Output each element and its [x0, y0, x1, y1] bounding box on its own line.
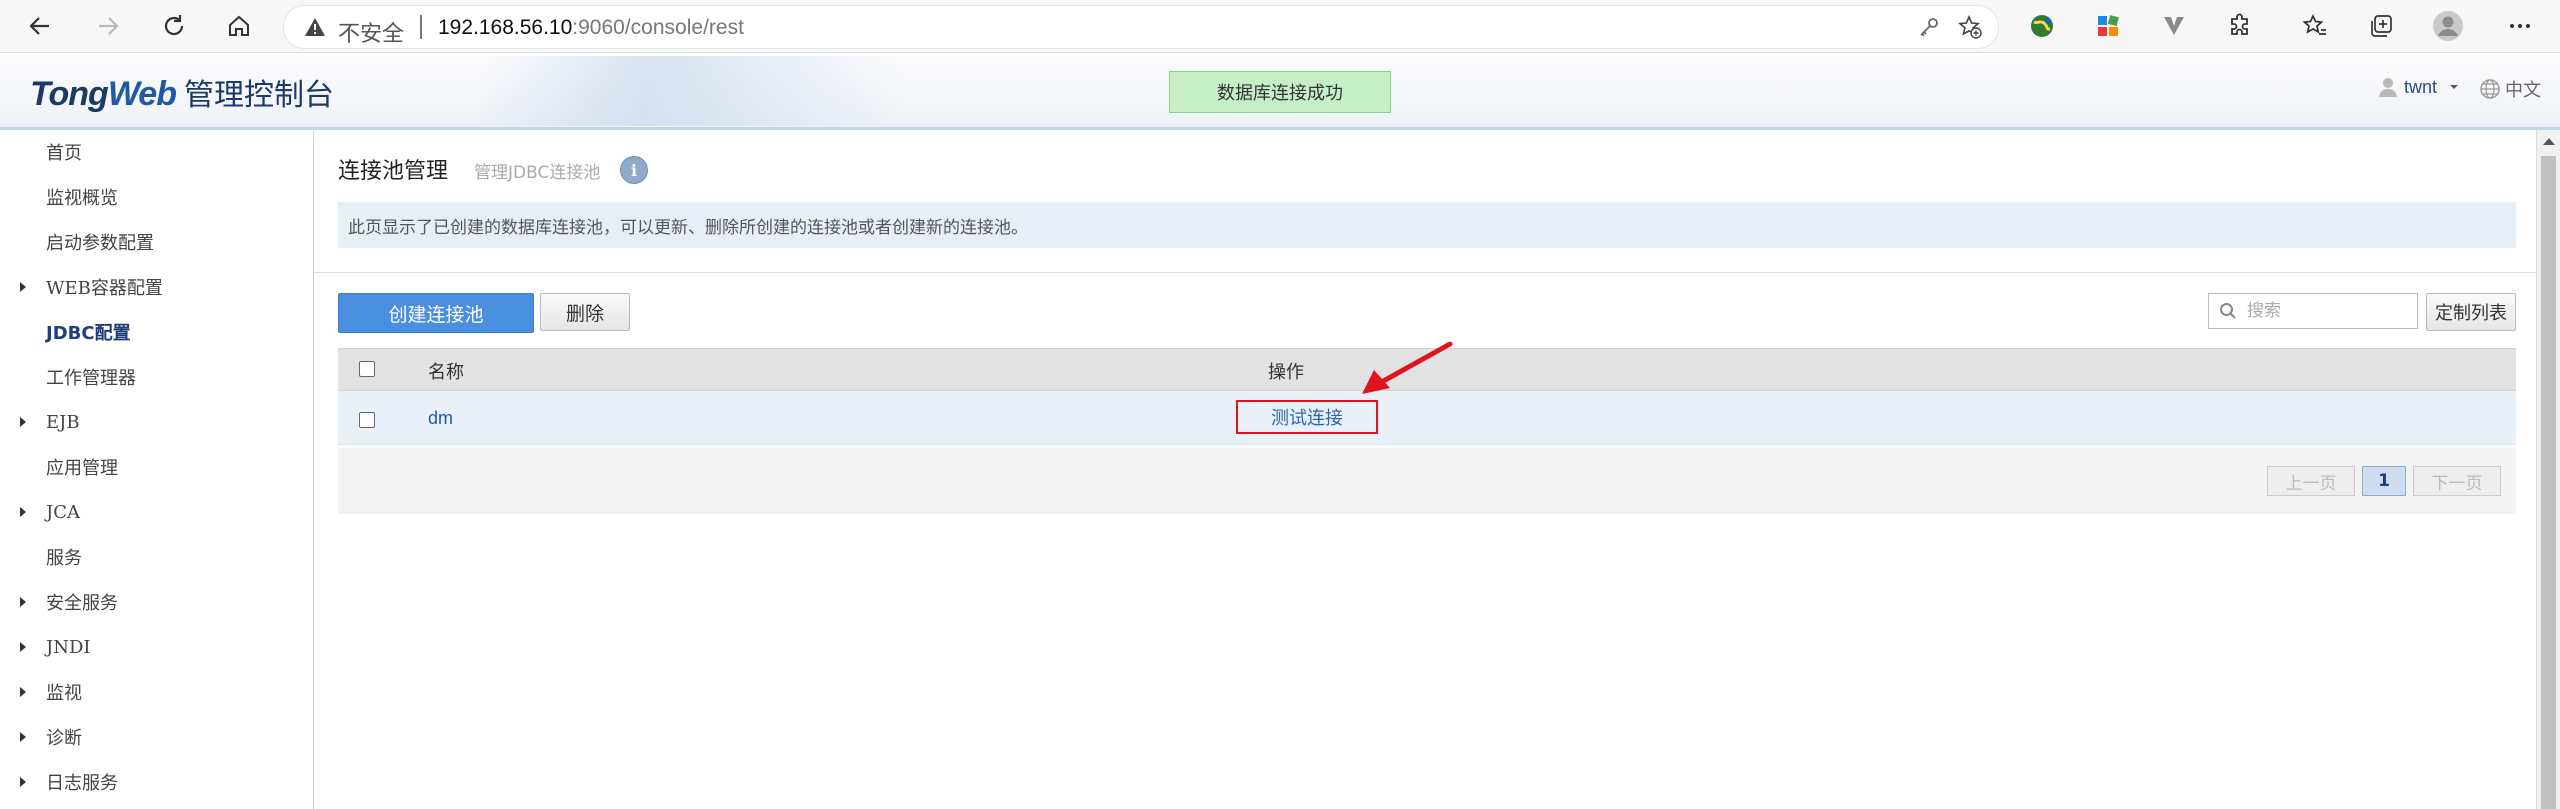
page-description: 此页显示了已创建的数据库连接池，可以更新、删除所创建的连接池或者创建新的连接池。	[338, 202, 2516, 248]
logo-decoration	[480, 56, 900, 126]
favorites-icon[interactable]	[2297, 8, 2333, 44]
search-box[interactable]	[2208, 293, 2418, 329]
search-input[interactable]	[2245, 300, 2399, 322]
sidebar-item-app-management[interactable]: 应用管理	[46, 452, 118, 482]
sidebar-item-log-service[interactable]: 日志服务	[46, 767, 118, 797]
language-switch[interactable]: 中文	[2479, 76, 2541, 102]
caret-right-icon[interactable]	[20, 732, 26, 742]
sidebar-item-jndi[interactable]: JNDI	[46, 632, 91, 662]
user-icon	[2379, 78, 2397, 97]
table-footer	[338, 448, 2516, 514]
extension-globe-icon[interactable]	[2024, 8, 2060, 44]
sidebar-item-monitor[interactable]: 监视	[46, 677, 82, 707]
customize-list-button[interactable]: 定制列表	[2426, 293, 2516, 331]
forward-icon[interactable]	[88, 6, 128, 46]
url-text[interactable]: 192.168.56.10:9060/console/rest	[438, 16, 744, 40]
sidebar-item-startup-params[interactable]: 启动参数配置	[46, 227, 154, 257]
next-page-button[interactable]: 下一页	[2413, 466, 2501, 496]
search-icon	[2220, 303, 2236, 319]
test-connection-link[interactable]: 测试连接	[1271, 404, 1343, 430]
scroll-up-icon[interactable]	[2543, 138, 2555, 145]
more-menu-icon[interactable]	[2502, 8, 2538, 44]
user-name[interactable]: twnt	[2404, 77, 2437, 98]
sidebar-item-home[interactable]: 首页	[46, 137, 82, 167]
sidebar-item-work-manager[interactable]: 工作管理器	[46, 362, 136, 392]
logo-brand-part: Web	[107, 75, 177, 113]
page-title: 连接池管理	[338, 159, 449, 184]
caret-right-icon[interactable]	[20, 687, 26, 697]
globe-icon	[2480, 79, 2500, 99]
logo-brand-part: Tong	[30, 75, 109, 113]
sidebar-item-monitor-overview[interactable]: 监视概览	[46, 182, 118, 212]
caret-right-icon[interactable]	[20, 642, 26, 652]
warning-icon[interactable]	[304, 16, 326, 43]
caret-right-icon[interactable]	[20, 507, 26, 517]
sidebar-item-ejb[interactable]: EJB	[46, 407, 80, 437]
sidebar-item-services[interactable]: 服务	[46, 542, 82, 572]
sidebar-item-security[interactable]: 安全服务	[46, 587, 118, 617]
create-pool-button[interactable]: 创建连接池	[338, 293, 534, 333]
extensions-puzzle-icon[interactable]	[2222, 8, 2258, 44]
scrollbar[interactable]	[2536, 130, 2560, 809]
app-logo: TongWeb 管理控制台	[30, 70, 334, 114]
sidebar-item-diagnose[interactable]: 诊断	[46, 722, 82, 752]
caret-right-icon[interactable]	[20, 597, 26, 607]
caret-right-icon[interactable]	[20, 282, 26, 292]
collections-icon[interactable]	[2363, 8, 2399, 44]
divider	[420, 15, 422, 39]
reload-icon[interactable]	[154, 6, 194, 46]
row-checkbox[interactable]	[359, 412, 375, 428]
add-favorite-icon[interactable]	[1958, 14, 1982, 44]
browser-toolbar: 不安全 192.168.56.10:9060/console/rest	[0, 0, 2560, 53]
select-all-checkbox[interactable]	[359, 361, 375, 377]
user-menu[interactable]: twnt	[2378, 76, 2459, 98]
insecure-label[interactable]: 不安全	[338, 16, 404, 48]
scrollbar-thumb[interactable]	[2541, 156, 2556, 809]
page-subtitle: 管理JDBC连接池	[474, 163, 601, 183]
page-number-current[interactable]: 1	[2362, 466, 2406, 496]
delete-button[interactable]: 删除	[540, 293, 630, 331]
back-icon[interactable]	[20, 6, 60, 46]
sidebar-item-jca[interactable]: JCA	[46, 497, 80, 527]
column-header-action: 操作	[1268, 362, 1304, 383]
extension-v-icon[interactable]	[2156, 8, 2192, 44]
language-label[interactable]: 中文	[2505, 76, 2541, 102]
key-icon[interactable]	[1918, 16, 1940, 43]
divider	[314, 272, 2536, 273]
pool-name-link[interactable]: dm	[428, 408, 453, 429]
profile-avatar-icon[interactable]	[2430, 8, 2466, 44]
logo-subtitle: 管理控制台	[183, 78, 334, 113]
address-bar[interactable]: 不安全 192.168.56.10:9060/console/rest	[283, 5, 1999, 49]
test-connection-highlight: 测试连接	[1236, 400, 1378, 434]
sidebar-item-jdbc[interactable]: JDBC配置	[46, 317, 131, 347]
table-row	[338, 391, 2516, 445]
annotation-arrow	[1362, 341, 1453, 394]
chevron-down-icon[interactable]	[2449, 82, 2459, 92]
caret-right-icon[interactable]	[20, 777, 26, 787]
extension-blocks-icon[interactable]	[2090, 8, 2126, 44]
sidebar-item-web-container[interactable]: WEB容器配置	[46, 272, 163, 302]
sidebar: 首页监视概览启动参数配置 WEB容器配置 JDBC配置 工作管理器 EJB 应用管理 JCA…	[0, 130, 314, 809]
info-icon[interactable]: i	[620, 156, 648, 184]
home-icon[interactable]	[219, 6, 259, 46]
success-message: 数据库连接成功	[1169, 71, 1391, 113]
caret-right-icon[interactable]	[20, 417, 26, 427]
column-header-name[interactable]: 名称	[428, 358, 464, 384]
prev-page-button[interactable]: 上一页	[2267, 466, 2355, 496]
